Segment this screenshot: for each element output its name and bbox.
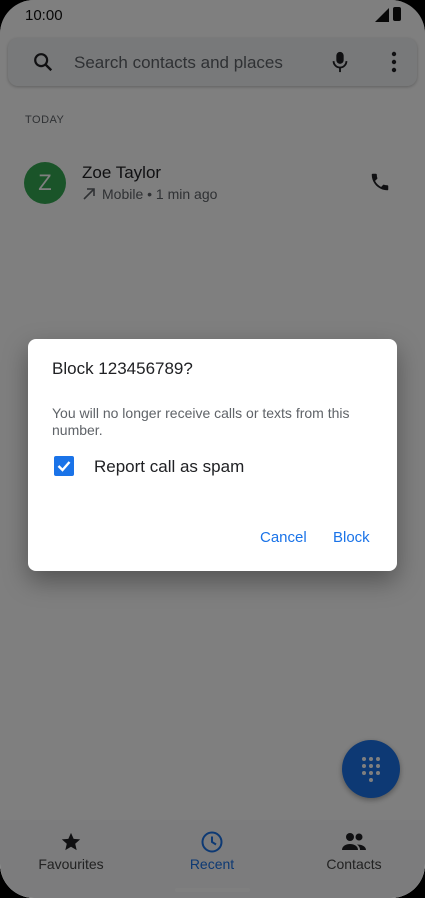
report-spam-checkbox[interactable] bbox=[54, 456, 74, 476]
phone-screen: 10:00 Search contacts and places TODAY Z… bbox=[0, 0, 425, 898]
dialog-title: Block 123456789? bbox=[52, 359, 193, 378]
checkmark-icon bbox=[57, 461, 71, 472]
cancel-button[interactable]: Cancel bbox=[260, 529, 307, 546]
block-button[interactable]: Block bbox=[333, 529, 370, 546]
report-spam-label[interactable]: Report call as spam bbox=[94, 457, 244, 477]
dialog-message: You will no longer receive calls or text… bbox=[52, 405, 350, 438]
block-dialog: Block 123456789? You will no longer rece… bbox=[28, 339, 397, 571]
